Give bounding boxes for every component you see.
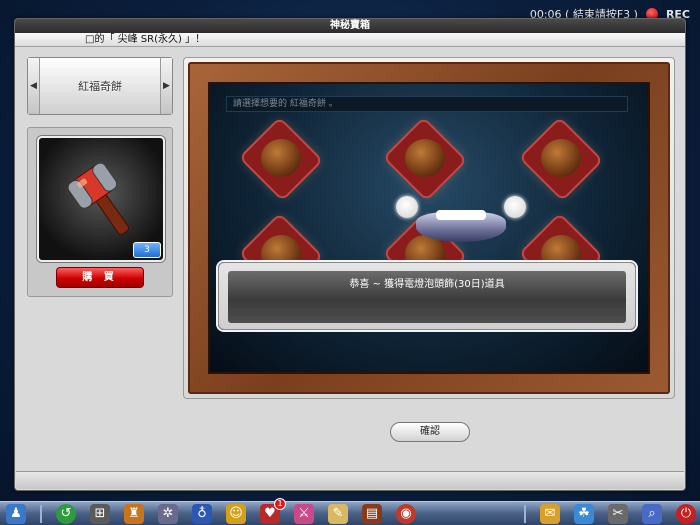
back-icon[interactable]: ↺: [56, 503, 76, 524]
scroll-icon[interactable]: ✎: [328, 503, 348, 524]
book-icon[interactable]: ▤: [362, 503, 382, 524]
shop-icon[interactable]: ◉: [396, 503, 416, 524]
character-menu-icon[interactable]: ♟: [6, 503, 26, 524]
notification-badge: 1: [274, 497, 286, 510]
previous-arrow-icon[interactable]: ◀: [28, 58, 40, 114]
box-selector: ◀ 紅福奇餅 ▶: [27, 57, 173, 115]
game-screen: 00:06 ( 結束請按F3 ) REC 神秘寶箱 □的「 尖峰 SR(永久) …: [0, 0, 700, 525]
fortune-board: 請選擇想要的 紅福奇餅 。 恭喜 ~ 獲得電燈泡頭飾(30日)道具: [183, 57, 675, 399]
power-icon[interactable]: ⏻: [676, 503, 696, 524]
window-title: 神秘寶箱: [15, 19, 685, 33]
character-sprite: [396, 196, 526, 262]
search-icon[interactable]: ⌕: [642, 503, 662, 524]
taskbar: ♟ ↺ ⊞ ♜ ✲ ♁ ☺ ♥ 1 ⚔ ✎ ▤ ◉ ✉ ☘ ✂ ⌕ ⏻: [0, 497, 700, 525]
hero-icon[interactable]: ♜: [124, 503, 144, 524]
mystery-box-window: 神秘寶箱 □的「 尖峰 SR(永久) 」！ ◀ 紅福奇餅 ▶ 3 購 買 請選擇…: [14, 18, 686, 491]
community-icon[interactable]: ☘: [574, 503, 594, 524]
quantity-badge: 3: [133, 242, 161, 258]
sword-icon[interactable]: ⚔: [294, 503, 314, 524]
selector-label: 紅福奇餅: [78, 80, 122, 93]
heart-icon[interactable]: ♥ 1: [260, 497, 286, 524]
settings-icon[interactable]: ✂: [608, 503, 628, 524]
fortune-cookie-bag[interactable]: [241, 119, 321, 199]
glove-icon: [396, 196, 418, 218]
buy-button[interactable]: 購 買: [56, 267, 144, 288]
cart-icon[interactable]: ⊞: [90, 503, 110, 524]
window-footer: [16, 471, 684, 489]
reward-dialog: 恭喜 ~ 獲得電燈泡頭飾(30日)道具: [218, 262, 636, 330]
board-screen: 請選擇想要的 紅福奇餅 。: [208, 82, 650, 374]
fortune-cookie-bag[interactable]: [385, 119, 465, 199]
pet-icon[interactable]: ☺: [226, 503, 246, 524]
mail-icon[interactable]: ✉: [540, 503, 560, 524]
announcement-marquee: □的「 尖峰 SR(永久) 」！: [15, 33, 685, 47]
reward-message: 恭喜 ~ 獲得電燈泡頭飾(30日)道具: [228, 271, 626, 299]
glove-icon: [504, 196, 526, 218]
selection-prompt: 請選擇想要的 紅福奇餅 。: [226, 96, 628, 112]
item-preview: 3: [37, 136, 165, 262]
gear-icon[interactable]: ✲: [158, 503, 178, 524]
fortune-cookie-bag[interactable]: [521, 119, 601, 199]
item-panel: 3 購 買: [27, 127, 173, 297]
confirm-button[interactable]: 確認: [390, 422, 470, 442]
potion-icon[interactable]: ♁: [192, 503, 212, 524]
next-arrow-icon[interactable]: ▶: [160, 58, 172, 114]
wooden-frame: 請選擇想要的 紅福奇餅 。: [188, 62, 670, 394]
